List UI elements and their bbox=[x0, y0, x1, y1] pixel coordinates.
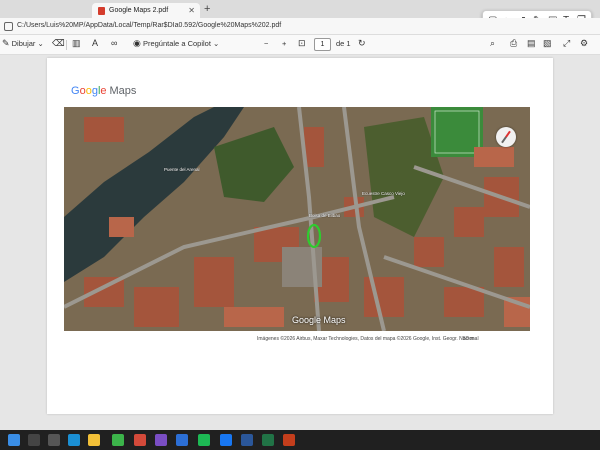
copilot-button[interactable]: ◉ Pregúntale a Copilot ⌄ bbox=[133, 38, 219, 49]
file-icon bbox=[4, 22, 13, 31]
page-number-input[interactable]: 1 bbox=[314, 38, 331, 51]
draw-label: Dibujar bbox=[11, 39, 36, 48]
divider bbox=[66, 40, 67, 50]
immersive-reader-icon[interactable]: ∞ bbox=[111, 39, 117, 48]
chrome-icon[interactable] bbox=[134, 434, 146, 446]
logo-letter: G bbox=[71, 85, 80, 97]
google-maps-logo: Google Maps bbox=[71, 85, 136, 97]
copilot-label: Pregúntale a Copilot bbox=[142, 39, 211, 48]
save-as-icon[interactable]: ▧ bbox=[543, 39, 552, 48]
windows-icon[interactable] bbox=[8, 434, 20, 446]
new-tab-button[interactable]: + bbox=[204, 3, 210, 15]
map-watermark: Google Maps bbox=[292, 315, 346, 325]
tab-previous[interactable] bbox=[0, 3, 88, 18]
close-tab-icon[interactable]: ✕ bbox=[188, 6, 195, 15]
edge-icon[interactable] bbox=[68, 434, 80, 446]
taskbar bbox=[0, 430, 600, 450]
word-icon[interactable] bbox=[241, 434, 253, 446]
app2-icon[interactable] bbox=[176, 434, 188, 446]
document-viewer[interactable]: Google Maps Puente del Arenal Bolsa de B… bbox=[0, 55, 600, 430]
satellite-map: Puente del Arenal Bolsa de Bilbao Ecuest… bbox=[64, 107, 530, 331]
print-icon[interactable]: ⎙ bbox=[510, 39, 517, 48]
address-url[interactable]: C:/Users/Luis%20MP/AppData/Local/Temp/Ra… bbox=[17, 22, 281, 29]
file-explorer-icon[interactable] bbox=[88, 434, 100, 446]
spotify-icon[interactable] bbox=[198, 434, 210, 446]
zoom-in-button[interactable]: + bbox=[282, 39, 286, 48]
search-icon[interactable] bbox=[28, 434, 40, 446]
tab-google-maps-pdf[interactable]: Google Maps 2.pdf ✕ bbox=[92, 3, 200, 18]
app-icon[interactable] bbox=[155, 434, 167, 446]
tab-title: Google Maps 2.pdf bbox=[109, 7, 169, 14]
pdf-page: Google Maps Puente del Arenal Bolsa de B… bbox=[47, 58, 553, 414]
map-attribution: Imágenes ©2026 Airbus, Maxar Technologie… bbox=[257, 336, 479, 342]
draw-button[interactable]: ✎ Dibujar ⌄ bbox=[2, 38, 44, 49]
address-bar[interactable]: C:/Users/Luis%20MP/AppData/Local/Temp/Ra… bbox=[0, 18, 600, 35]
rotate-icon[interactable]: ↻ bbox=[358, 39, 366, 48]
app3-icon[interactable] bbox=[283, 434, 295, 446]
view-icon[interactable]: ▥ bbox=[72, 39, 81, 48]
save-icon[interactable]: ▤ bbox=[527, 39, 536, 48]
copilot-icon: ◉ bbox=[133, 38, 141, 48]
page-total: de 1 bbox=[336, 39, 351, 48]
search-icon[interactable]: ⌕ bbox=[490, 39, 495, 48]
settings-icon[interactable]: ⚙ bbox=[580, 39, 588, 48]
compass-icon bbox=[496, 127, 516, 147]
fit-page-icon[interactable]: ⊡ bbox=[298, 39, 306, 48]
pdf-file-icon bbox=[98, 6, 105, 15]
draw-icon: ✎ bbox=[2, 38, 10, 48]
map-label-ecuestre: Ecuestre Casco Viejo bbox=[362, 191, 405, 196]
map-scale: 50 m bbox=[463, 336, 475, 342]
task-view-icon[interactable] bbox=[48, 434, 60, 446]
map-label-puente: Puente del Arenal bbox=[164, 167, 200, 172]
read-aloud-icon[interactable]: A bbox=[92, 39, 98, 48]
zoom-out-button[interactable]: − bbox=[264, 39, 268, 48]
pdf-toolbar: ✎ Dibujar ⌄ ⌫ ▥ A ∞ ◉ Pregúntale a Copil… bbox=[0, 35, 600, 55]
logo-maps-word: Maps bbox=[109, 85, 137, 97]
map-imagery bbox=[64, 107, 530, 331]
eraser-icon[interactable]: ⌫ bbox=[52, 39, 65, 48]
excel-icon[interactable] bbox=[262, 434, 274, 446]
map-label-bolsa: Bolsa de Bilbao bbox=[309, 213, 341, 218]
whatsapp-icon[interactable] bbox=[112, 434, 124, 446]
fullscreen-icon[interactable]: ⤢ bbox=[563, 39, 570, 48]
logo-letter: e bbox=[100, 85, 107, 97]
facebook-icon[interactable] bbox=[220, 434, 232, 446]
